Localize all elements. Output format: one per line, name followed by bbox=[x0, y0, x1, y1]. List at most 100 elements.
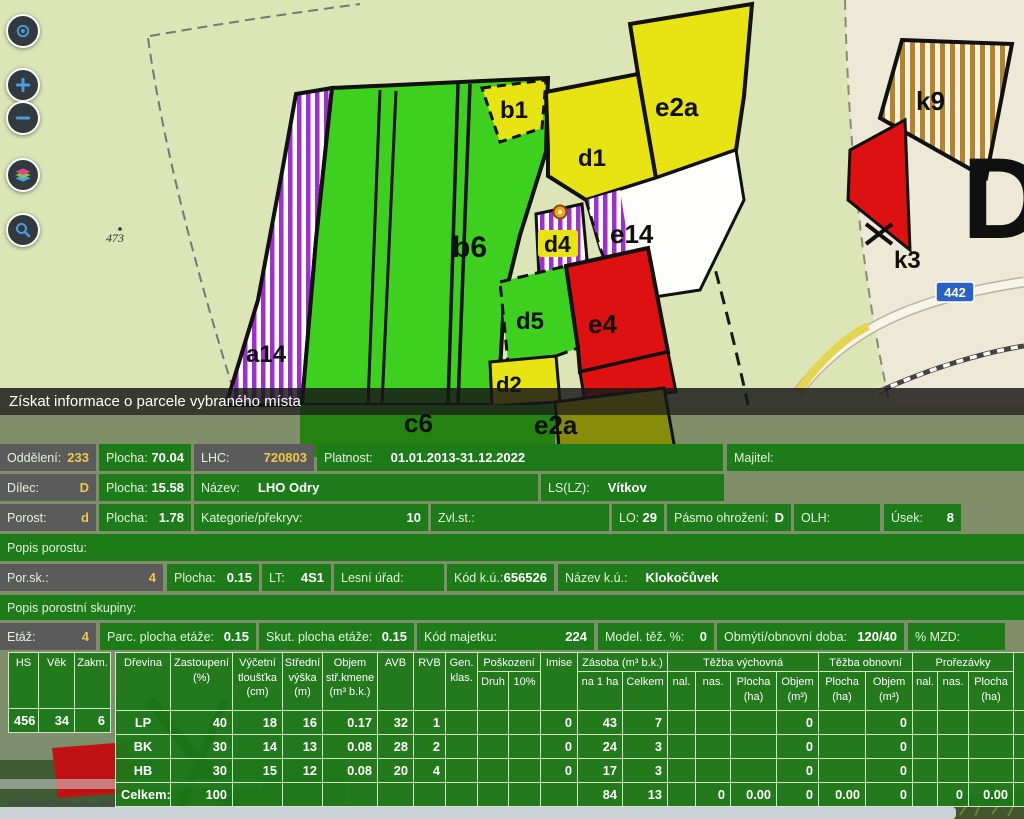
col-header-gen-klas: Gen. klas. bbox=[446, 653, 478, 711]
field-label: Plocha: bbox=[106, 451, 148, 465]
table-cell bbox=[509, 711, 541, 735]
table-header-row: Dřevina Zastoupení (%) Výčetní tloušťka … bbox=[116, 653, 1024, 672]
field-usek: Úsek: 8 bbox=[884, 504, 961, 531]
table-cell bbox=[938, 735, 969, 759]
field-value: 0 bbox=[700, 629, 707, 644]
elevation-label: 473 bbox=[106, 231, 124, 245]
drevina-cell: Celkem: bbox=[116, 783, 171, 807]
table-cell bbox=[478, 783, 509, 807]
parcel-label-b1: b1 bbox=[500, 97, 528, 124]
field-lslz: LS(LZ): Vítkov bbox=[541, 474, 724, 501]
table-cell bbox=[696, 735, 731, 759]
table-cell bbox=[283, 783, 323, 807]
parcel-label-e4: e4 bbox=[588, 309, 617, 339]
table-cell bbox=[478, 735, 509, 759]
field-label: % MZD: bbox=[915, 630, 960, 644]
field-plocha-porsk: Plocha: 0.15 bbox=[167, 564, 259, 591]
field-zvlst: Zvl.st.: bbox=[431, 504, 609, 531]
stand-table: Dřevina Zastoupení (%) Výčetní tloušťka … bbox=[115, 652, 1024, 807]
table-cell bbox=[938, 759, 969, 783]
field-parc-plocha: Parc. plocha etáže: 0.15 bbox=[100, 623, 256, 650]
layers-icon bbox=[13, 165, 33, 185]
field-label: Parc. plocha etáže: bbox=[107, 630, 214, 644]
col-header-nal: nal. bbox=[913, 672, 938, 711]
table-cell: 17 bbox=[578, 759, 623, 783]
table-cell: 84 bbox=[578, 783, 623, 807]
table-cell bbox=[819, 735, 866, 759]
table-row: Celkem:100841300.0000.00000.00 bbox=[116, 783, 1024, 807]
field-value: 4 bbox=[82, 629, 89, 644]
table-cell: 7 bbox=[623, 711, 668, 735]
table-cell bbox=[913, 783, 938, 807]
geolocate-button[interactable] bbox=[6, 14, 40, 48]
table-cell bbox=[969, 711, 1014, 735]
field-label: Kategorie/překryv: bbox=[201, 511, 302, 525]
col-header-objem-m3: Objem (m³) bbox=[777, 672, 819, 711]
field-value: 224 bbox=[565, 629, 587, 644]
table-cell: 16 bbox=[283, 711, 323, 735]
field-majitel: Majitel: bbox=[727, 444, 1024, 471]
field-skut-plocha: Skut. plocha etáže: 0.15 bbox=[259, 623, 414, 650]
table-cell bbox=[913, 759, 938, 783]
info-panel-title: Získat informace o parcele vybraného mís… bbox=[0, 388, 1024, 415]
field-label: Popis porostní skupiny: bbox=[7, 601, 136, 615]
col-header-10pct: 10% bbox=[509, 672, 541, 711]
horizontal-scrollbar[interactable] bbox=[0, 807, 956, 819]
zoom-out-button[interactable] bbox=[6, 101, 40, 135]
table-cell: 0 bbox=[777, 783, 819, 807]
table-cell bbox=[731, 759, 777, 783]
table-cell bbox=[509, 735, 541, 759]
table-cell bbox=[509, 783, 541, 807]
table-cell bbox=[969, 759, 1014, 783]
field-kod-ku: Kód k.ú.: 656526 bbox=[447, 564, 554, 591]
table-cell bbox=[668, 759, 696, 783]
field-value: 1.78 bbox=[159, 510, 184, 525]
col-header-vycetni: Výčetní tloušťka (cm) bbox=[233, 653, 283, 711]
table-cell: 0.08 bbox=[323, 735, 378, 759]
col-header-avb: AVB bbox=[378, 653, 414, 711]
field-value: Klokočůvek bbox=[646, 570, 719, 585]
col-header-plocha-ha: Plocha (ha) bbox=[731, 672, 777, 711]
table-cell bbox=[541, 783, 578, 807]
parcel-e4[interactable] bbox=[566, 248, 668, 372]
field-label: Dílec: bbox=[7, 481, 39, 495]
table-cell bbox=[446, 759, 478, 783]
area-label-D: D bbox=[962, 135, 1024, 263]
table-cell bbox=[1014, 711, 1024, 735]
field-mzd: % MZD: bbox=[908, 623, 1005, 650]
col-header-cut bbox=[1014, 653, 1024, 711]
drevina-cell: HB bbox=[116, 759, 171, 783]
field-label: LO: bbox=[619, 511, 639, 525]
table-cell bbox=[668, 783, 696, 807]
table-cell: 6 bbox=[75, 709, 111, 733]
location-pin-icon bbox=[554, 206, 567, 219]
table-cell bbox=[1014, 735, 1024, 759]
table-cell: 0.17 bbox=[323, 711, 378, 735]
table-cell: 0 bbox=[938, 783, 969, 807]
field-label: Název k.ú.: bbox=[565, 571, 628, 585]
field-value: 15.58 bbox=[151, 480, 184, 495]
hs-table: HS Věk Zakm. 456 34 6 bbox=[8, 652, 111, 733]
table-cell: 0 bbox=[541, 735, 578, 759]
field-label: Zvl.st.: bbox=[438, 511, 475, 525]
road-shield: 442 bbox=[936, 282, 974, 302]
field-label: Název: bbox=[201, 481, 240, 495]
field-value: Vítkov bbox=[608, 480, 647, 495]
table-cell: 43 bbox=[578, 711, 623, 735]
table-cell: 20 bbox=[378, 759, 414, 783]
field-value: LHO Odry bbox=[258, 480, 319, 495]
field-porost: Porost: d bbox=[0, 504, 96, 531]
field-olh: OLH: bbox=[794, 504, 880, 531]
table-header-row: HS Věk Zakm. bbox=[9, 653, 111, 709]
field-label: Plocha: bbox=[174, 571, 216, 585]
table-cell: 0.00 bbox=[969, 783, 1014, 807]
field-nazev: Název: LHO Odry bbox=[194, 474, 538, 501]
search-button[interactable] bbox=[6, 213, 40, 247]
table-cell bbox=[731, 735, 777, 759]
field-label: Porost: bbox=[7, 511, 47, 525]
zoom-in-button[interactable] bbox=[6, 68, 40, 102]
layers-button[interactable] bbox=[6, 158, 40, 192]
table-cell: 456 bbox=[9, 709, 39, 733]
table-cell: 0 bbox=[866, 759, 913, 783]
col-header-na1ha: na 1 ha bbox=[578, 672, 623, 711]
